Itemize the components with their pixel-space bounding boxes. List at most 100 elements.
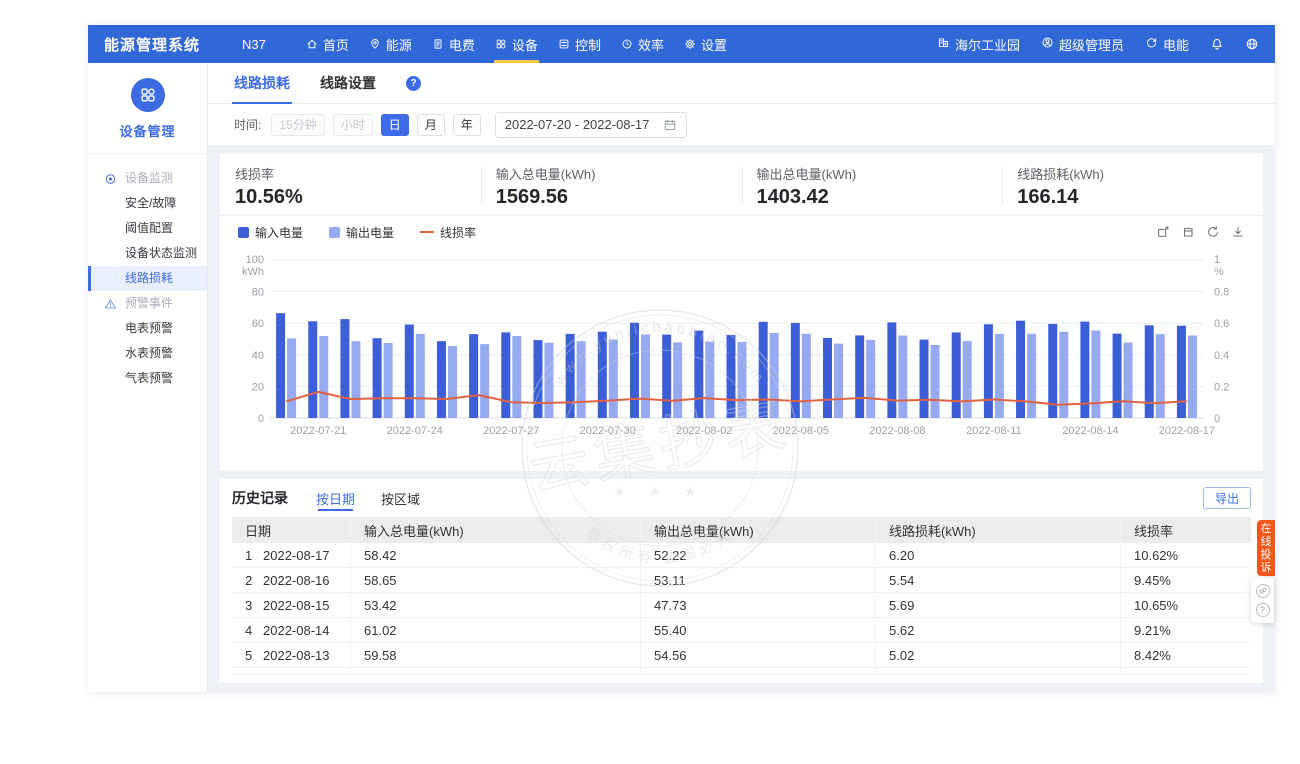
sidebar-item-线路损耗[interactable]: 线路损耗 — [88, 266, 207, 291]
svg-text:2022-08-17: 2022-08-17 — [1159, 425, 1215, 437]
history-table: 日期输入总电量(kWh)输出总电量(kWh)线路损耗(kWh)线损率 12022… — [232, 517, 1251, 675]
sidebar-item-设备状态监测[interactable]: 设备状态监测 — [88, 241, 207, 266]
sidebar-item-label: 安全/故障 — [125, 196, 176, 210]
legend-line-swatch — [420, 231, 434, 233]
cell-loss: 5.62 — [875, 618, 1120, 642]
download-icon[interactable] — [1231, 225, 1245, 239]
zoom-reset-icon[interactable] — [1181, 225, 1195, 239]
legend-item-输入电量[interactable]: 输入电量 — [238, 224, 303, 241]
link-icon[interactable] — [1256, 584, 1270, 598]
export-button[interactable]: 导出 — [1203, 487, 1251, 509]
sidebar-header: 设备管理 — [88, 63, 207, 154]
table-row-3[interactable]: 32022-08-1553.4247.735.6910.65% — [232, 593, 1251, 618]
sidebar-item-电表预警[interactable]: 电表预警 — [88, 316, 207, 341]
svg-text:0: 0 — [258, 413, 264, 425]
table-row-5[interactable]: 52022-08-1359.5854.565.028.42% — [232, 643, 1251, 668]
sidebar-item-label: 阈值配置 — [125, 221, 173, 235]
nav-item-3[interactable]: 电费 — [422, 25, 485, 63]
sidebar-group-2: 预警事件 — [88, 291, 207, 316]
nav-item-label: 控制 — [575, 35, 601, 54]
control-icon — [558, 38, 570, 50]
granularity-button-15分钟[interactable]: 15分钟 — [271, 114, 324, 136]
bell-icon[interactable] — [1210, 37, 1224, 51]
nav-item-5[interactable]: 控制 — [548, 25, 611, 63]
history-tab-label: 按日期 — [316, 489, 355, 508]
col-header-5: 线损率 — [1120, 517, 1251, 543]
date-range-input[interactable]: 2022-07-20 - 2022-08-17 — [495, 112, 687, 138]
cell-input: 61.02 — [350, 618, 640, 642]
table-header-row: 日期输入总电量(kWh)输出总电量(kWh)线路损耗(kWh)线损率 — [232, 517, 1251, 543]
page-header-card: 线路损耗线路设置? 时间: 15分钟小时日月年 2022-07-20 - 202… — [208, 63, 1275, 145]
help-circle-icon[interactable]: ? — [1256, 603, 1270, 617]
table-row-partial — [232, 668, 1251, 675]
nav-item-6[interactable]: 效率 — [611, 25, 674, 63]
history-card: 历史记录 按日期按区域 导出 日期输入总电量(kWh)输出总电量(kWh)线路损… — [220, 479, 1263, 683]
navbar-chip-2[interactable]: 超级管理员 — [1041, 35, 1124, 54]
energy-pin-icon — [369, 38, 381, 50]
table-row-4[interactable]: 42022-08-1461.0255.405.629.21% — [232, 618, 1251, 643]
granularity-button-月[interactable]: 月 — [417, 114, 445, 136]
svg-text:40: 40 — [252, 350, 264, 362]
sidebar-item-气表预警[interactable]: 气表预警 — [88, 366, 207, 391]
granularity-label: 15分钟 — [279, 116, 316, 133]
restore-icon[interactable] — [1206, 225, 1220, 239]
stat-label: 输入总电量(kWh) — [496, 164, 742, 183]
tab-线路设置[interactable]: 线路设置 — [320, 63, 376, 104]
building-icon — [937, 36, 950, 52]
tab-线路损耗[interactable]: 线路损耗 — [234, 63, 290, 104]
page-tabs: 线路损耗线路设置? — [208, 63, 1275, 104]
nav-item-label: 能源 — [386, 35, 412, 54]
navbar-chip-3[interactable]: 电能 — [1145, 35, 1189, 54]
refresh-icon — [1145, 36, 1158, 52]
cell-input: 53.42 — [350, 593, 640, 617]
sidebar-item-水表预警[interactable]: 水表预警 — [88, 341, 207, 366]
svg-text:2022-08-02: 2022-08-02 — [676, 425, 732, 437]
row-number: 3 — [245, 598, 263, 613]
row-number: 5 — [245, 648, 263, 663]
table-row-1[interactable]: 12022-08-1758.4252.226.2010.62% — [232, 543, 1251, 568]
svg-text:2022-07-30: 2022-07-30 — [580, 425, 636, 437]
history-tab-按区域[interactable]: 按区域 — [381, 479, 420, 517]
cell-date: 52022-08-13 — [232, 648, 350, 663]
calendar-icon — [663, 118, 677, 132]
history-header: 历史记录 按日期按区域 导出 — [220, 479, 1263, 517]
navbar-chip-1[interactable]: 海尔工业园 — [937, 35, 1020, 54]
stat-value: 1569.56 — [496, 186, 742, 209]
sidebar-item-安全/故障[interactable]: 安全/故障 — [88, 191, 207, 216]
granularity-button-年[interactable]: 年 — [453, 114, 481, 136]
zoom-box-icon[interactable] — [1156, 225, 1170, 239]
row-date: 2022-08-17 — [263, 548, 330, 563]
online-complaint-button[interactable]: 在线投诉 — [1257, 520, 1275, 576]
legend-label: 输出电量 — [346, 224, 394, 241]
sidebar-item-label: 设备状态监测 — [125, 246, 197, 260]
svg-text:%: % — [1214, 266, 1224, 278]
legend-item-线损率[interactable]: 线损率 — [420, 224, 476, 241]
cell-input: 58.65 — [350, 568, 640, 592]
page: 能源管理系统 N37 首页能源电费设备控制效率设置 海尔工业园超级管理员电能 设… — [0, 0, 1300, 764]
svg-text:0.8: 0.8 — [1214, 287, 1229, 299]
granularity-button-小时[interactable]: 小时 — [333, 114, 373, 136]
nav-item-7[interactable]: 设置 — [674, 25, 737, 63]
svg-text:kWh: kWh — [242, 266, 264, 278]
table-row-2[interactable]: 22022-08-1658.6553.115.549.45% — [232, 568, 1251, 593]
globe-icon[interactable] — [1245, 37, 1259, 51]
svg-text:2022-08-08: 2022-08-08 — [869, 425, 925, 437]
nav-item-4[interactable]: 设备 — [485, 25, 548, 63]
nav-item-2[interactable]: 能源 — [359, 25, 422, 63]
sidebar-item-阈值配置[interactable]: 阈值配置 — [88, 216, 207, 241]
legend-item-输出电量[interactable]: 输出电量 — [329, 224, 394, 241]
history-tab-按日期[interactable]: 按日期 — [316, 479, 355, 517]
granularity-button-日[interactable]: 日 — [381, 114, 409, 136]
col-header-3: 输出总电量(kWh) — [640, 517, 875, 543]
sidebar-item-label: 气表预警 — [125, 371, 173, 385]
granularity-label: 小时 — [341, 116, 365, 133]
col-header-1: 日期 — [232, 521, 350, 540]
cell-date: 32022-08-15 — [232, 598, 350, 613]
row-date: 2022-08-13 — [263, 648, 330, 663]
nav-item-1[interactable]: 首页 — [296, 25, 359, 63]
help-icon[interactable]: ? — [406, 76, 421, 91]
cell-loss: 5.02 — [875, 643, 1120, 667]
svg-text:100: 100 — [246, 254, 264, 266]
time-granularity-buttons: 15分钟 小时日月年 — [271, 114, 480, 136]
granularity-label: 年 — [461, 116, 473, 133]
